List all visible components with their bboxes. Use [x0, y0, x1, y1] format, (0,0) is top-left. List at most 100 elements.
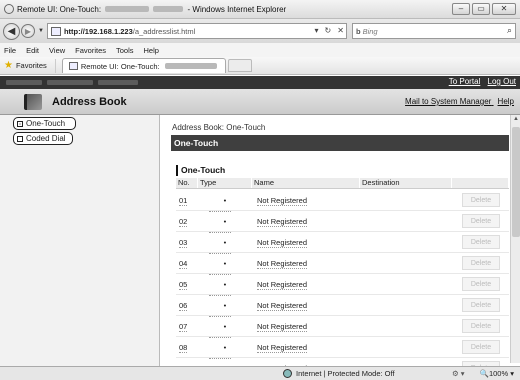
address-bar[interactable]: http://192.168.1.223/a_addresslist.html …	[46, 23, 347, 39]
search-icon[interactable]: ⌕	[507, 25, 512, 36]
cell-no: 05	[176, 279, 198, 290]
table-row: 01 • Not Registered Delete	[176, 190, 509, 212]
sidebar-item-label: Coded Dial	[26, 134, 66, 143]
minimize-button[interactable]: –	[452, 3, 470, 15]
table-row: 06 • Not Registered Delete	[176, 295, 509, 317]
menu-help[interactable]: Help	[144, 46, 159, 55]
entry-number-link[interactable]: 08	[179, 342, 188, 353]
globe-icon	[283, 369, 292, 378]
section-title: One-Touch	[174, 138, 219, 148]
forward-arrow-icon: ▶	[24, 26, 32, 36]
scroll-up-icon[interactable]: ▲	[512, 116, 520, 124]
cell-no: 07	[176, 321, 198, 332]
entry-number-link[interactable]: 02	[179, 216, 188, 227]
sidebar: One-Touch Coded Dial	[0, 115, 160, 380]
entry-name-link[interactable]: Not Registered	[257, 342, 308, 353]
checkbox-icon	[17, 120, 23, 127]
vertical-scrollbar[interactable]: ▲	[510, 115, 520, 363]
to-portal-link[interactable]: To Portal	[449, 77, 481, 86]
menu-file[interactable]: File	[4, 46, 16, 55]
table-row: 02 • Not Registered Delete	[176, 211, 509, 233]
menu-view[interactable]: View	[49, 46, 65, 55]
top-links: To Portal Log Out	[444, 77, 516, 86]
help-link[interactable]: Help	[498, 97, 514, 106]
cell-type: •	[198, 196, 252, 212]
table-row: 08 • Not Registered Delete	[176, 337, 509, 359]
mail-system-manager-link[interactable]: Mail to System Manager	[405, 97, 491, 106]
maximize-button[interactable]: ▭	[472, 3, 490, 15]
cell-no: 08	[176, 342, 198, 353]
delete-button[interactable]: Delete	[462, 235, 500, 249]
cell-name: Not Registered	[252, 258, 360, 269]
delete-button[interactable]: Delete	[462, 319, 500, 333]
entry-number-link[interactable]: 07	[179, 321, 188, 332]
delete-button[interactable]: Delete	[462, 340, 500, 354]
search-input[interactable]: Bing	[363, 27, 378, 36]
forward-button[interactable]: ▶	[21, 24, 35, 38]
stop-icon[interactable]: ✕	[337, 26, 344, 35]
sidebar-item-label: One-Touch	[26, 119, 66, 128]
zoom-level[interactable]: 🔍100% ▾	[480, 369, 514, 378]
col-type: Type	[198, 178, 252, 188]
breadcrumb: Address Book: One-Touch	[172, 123, 266, 132]
address-dropdown-icon[interactable]: ▾	[315, 26, 319, 35]
status-bar: Internet | Protected Mode: Off ⚙ ▾ 🔍100%…	[0, 366, 520, 380]
window-title-suffix: - Windows Internet Explorer	[187, 4, 287, 14]
redacted-device-name	[47, 80, 93, 85]
entry-number-link[interactable]: 04	[179, 258, 188, 269]
protected-mode-icon[interactable]: ⚙ ▾	[452, 369, 465, 378]
cell-type: •	[198, 217, 252, 233]
favorites-button[interactable]: ★ Favorites	[4, 58, 56, 73]
entry-name-link[interactable]: Not Registered	[257, 216, 308, 227]
page-favicon-icon	[50, 26, 61, 36]
table-row: 03 • Not Registered Delete	[176, 232, 509, 254]
entry-name-link[interactable]: Not Registered	[257, 258, 308, 269]
table-subheading: One-Touch	[176, 165, 498, 176]
cell-type: •	[198, 238, 252, 254]
history-dropdown-icon[interactable]: ▼	[38, 28, 44, 34]
entry-name-link[interactable]: Not Registered	[257, 300, 308, 311]
redacted-model-text	[153, 6, 184, 13]
favorites-bar: ★ Favorites Remote UI: One-Touch:	[0, 57, 520, 75]
delete-button[interactable]: Delete	[462, 277, 500, 291]
tab-favicon-icon	[68, 62, 78, 70]
cell-name: Not Registered	[252, 237, 360, 248]
menu-bar: File Edit View Favorites Tools Help	[0, 43, 520, 57]
bing-logo-icon: b	[356, 26, 361, 36]
entry-name-link[interactable]: Not Registered	[257, 195, 308, 206]
search-box[interactable]: b Bing ⌕	[352, 23, 516, 39]
cell-type: •	[198, 343, 252, 359]
entry-number-link[interactable]: 03	[179, 237, 188, 248]
entry-number-link[interactable]: 06	[179, 300, 188, 311]
entry-name-link[interactable]: Not Registered	[257, 321, 308, 332]
log-out-link[interactable]: Log Out	[488, 77, 516, 86]
cell-name: Not Registered	[252, 342, 360, 353]
sidebar-item-coded-dial[interactable]: Coded Dial	[13, 132, 73, 145]
menu-tools[interactable]: Tools	[116, 46, 134, 55]
entry-number-link[interactable]: 01	[179, 195, 188, 206]
menu-favorites[interactable]: Favorites	[75, 46, 106, 55]
new-tab-button[interactable]	[227, 59, 252, 72]
entry-name-link[interactable]: Not Registered	[257, 237, 308, 248]
entry-name-link[interactable]: Not Registered	[257, 279, 308, 290]
scroll-thumb[interactable]	[512, 127, 520, 237]
delete-button[interactable]: Delete	[462, 193, 500, 207]
cell-type: •	[198, 280, 252, 296]
delete-button[interactable]: Delete	[462, 214, 500, 228]
menu-edit[interactable]: Edit	[26, 46, 39, 55]
checkbox-icon	[17, 135, 23, 142]
zoom-value: 100%	[488, 369, 509, 378]
delete-button[interactable]: Delete	[462, 298, 500, 312]
table-header: No. Type Name Destination	[176, 178, 509, 189]
delete-button[interactable]: Delete	[462, 256, 500, 270]
tab-label: Remote UI: One-Touch:	[80, 61, 160, 71]
redacted-device-name	[98, 80, 138, 85]
entry-number-link[interactable]: 05	[179, 279, 188, 290]
close-button[interactable]: ✕	[492, 3, 516, 15]
browser-tab-active[interactable]: Remote UI: One-Touch:	[61, 58, 226, 73]
col-destination: Destination	[360, 178, 452, 188]
redacted-device-name	[6, 80, 42, 85]
sidebar-item-one-touch[interactable]: One-Touch	[13, 117, 76, 130]
refresh-icon[interactable]: ↻	[325, 26, 332, 35]
back-button[interactable]: ◀	[3, 22, 20, 40]
